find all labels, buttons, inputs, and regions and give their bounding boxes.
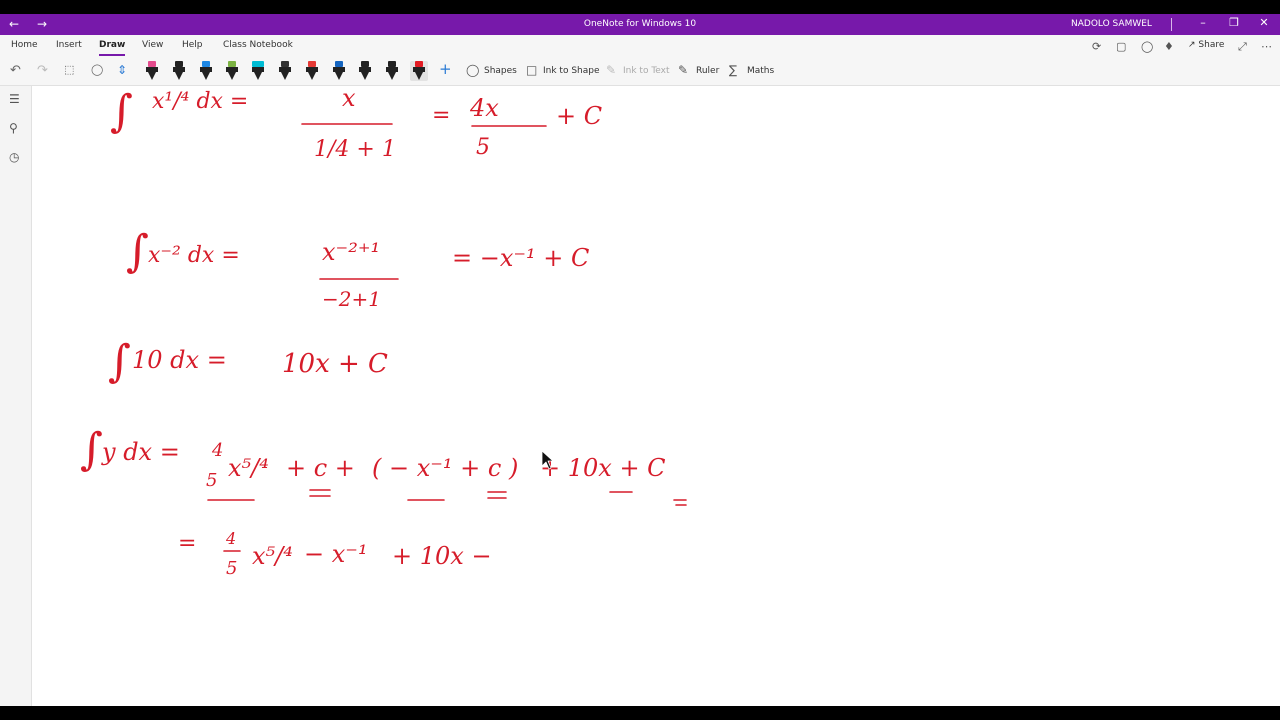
recent-notes-icon[interactable]: ◷ [9, 150, 19, 164]
sync-icon[interactable]: ⟳ [1092, 40, 1101, 53]
search-icon[interactable]: ⚲ [9, 121, 18, 135]
shapes-icon[interactable]: ◯ [466, 63, 479, 77]
line5-term3: + 10x − [392, 542, 492, 570]
lasso-select-icon[interactable]: ⬚ [64, 63, 74, 76]
line4-double-underline-1 [309, 489, 331, 497]
ribbon: Home Insert Draw View Help Class Noteboo… [0, 35, 1280, 86]
line5-f-den: 5 [226, 558, 237, 579]
line1-coef-num: 4x [469, 94, 499, 122]
handwritten-ink: ∫ x¹/⁴ dx = x 1/4 + 1 = 4x 5 + C ∫ x⁻² d… [80, 86, 687, 579]
restore-icon[interactable]: ❐ [1224, 16, 1244, 29]
share-label: Share [1198, 40, 1225, 50]
line1-lhs: x¹/⁴ dx = [152, 89, 248, 114]
expand-icon[interactable]: ⤢ [1238, 40, 1247, 54]
maths-icon[interactable]: ∑ [729, 63, 737, 77]
line4-integral: ∫ [80, 424, 103, 475]
draw-toolbar: ↶ ↷ ⬚ ◯ ⇕ + ◯ Shapes □ Ink to Shape ✎ In… [0, 59, 1280, 83]
note-canvas[interactable]: ∫ x¹/⁴ dx = x 1/4 + 1 = 4x 5 + C ∫ x⁻² d… [32, 86, 1280, 706]
ruler-icon[interactable]: ✎ [678, 63, 688, 77]
ink-to-shape-button[interactable]: Ink to Shape [543, 66, 600, 76]
line4-a-den: 5 [206, 470, 217, 491]
onenote-window: ← → OneNote for Windows 10 NADOLO SAMWEL… [0, 14, 1280, 706]
user-name[interactable]: NADOLO SAMWEL [1071, 19, 1152, 29]
minimize-icon[interactable]: – [1193, 16, 1213, 29]
tab-view[interactable]: View [142, 40, 163, 50]
tab-class-notebook[interactable]: Class Notebook [223, 40, 293, 50]
line3-rhs: 10x + C [282, 349, 388, 379]
line5-term1: x⁵/⁴ [252, 542, 293, 570]
share-button[interactable]: ↗ Share [1188, 40, 1224, 50]
line2-den: −2+1 [322, 287, 381, 311]
line2-rhs: = −x⁻¹ + C [452, 244, 589, 272]
line1-coef-den: 5 [476, 135, 490, 160]
lightbulb-icon[interactable]: ◯ [1141, 40, 1153, 53]
line1-integral: ∫ [110, 86, 133, 137]
line4-c: + 10x + C [540, 454, 666, 482]
notebook-icon[interactable]: ▢ [1116, 40, 1126, 53]
line4-a-num: 4 [211, 440, 223, 461]
pen-dark-blue[interactable] [332, 61, 346, 81]
line5-eq: = [178, 531, 196, 556]
line2-integral: ∫ [126, 226, 149, 277]
eraser-icon[interactable]: ◯ [91, 63, 103, 76]
pen-red[interactable] [305, 61, 319, 81]
line5-term2: − x⁻¹ [304, 540, 368, 568]
line1-eq: = [432, 103, 450, 128]
navigation-sidebar: ☰ ⚲ ◷ [0, 86, 32, 706]
highlighter-cyan[interactable] [251, 61, 265, 81]
redo-icon[interactable]: ↷ [37, 63, 48, 78]
line4-a-tail: + c + [286, 454, 355, 482]
title-separator [1171, 18, 1172, 31]
tab-insert[interactable]: Insert [56, 40, 82, 50]
pen-blue[interactable] [199, 61, 213, 81]
more-options-icon[interactable]: ⋯ [1261, 40, 1272, 53]
pen-black-2[interactable] [358, 61, 372, 81]
pen-red-selected[interactable] [410, 61, 428, 81]
maths-button[interactable]: Maths [747, 66, 774, 76]
line1-den: 1/4 + 1 [314, 137, 396, 162]
notebooks-icon[interactable]: ☰ [9, 92, 20, 106]
insert-space-icon[interactable]: ⇕ [117, 63, 127, 77]
tab-help[interactable]: Help [182, 40, 203, 50]
shapes-button[interactable]: Shapes [484, 66, 517, 76]
tab-draw[interactable]: Draw [99, 40, 126, 56]
ruler-button[interactable]: Ruler [696, 66, 719, 76]
line2-num: x⁻²⁺¹ [322, 238, 380, 266]
bell-icon[interactable]: ♦ [1164, 40, 1174, 53]
share-icon: ↗ [1188, 40, 1199, 50]
line5-f-num: 4 [225, 529, 236, 548]
ink-to-text-icon: ✎ [606, 63, 617, 77]
ink-to-text-button: Ink to Text [623, 66, 670, 76]
title-bar: ← → OneNote for Windows 10 NADOLO SAMWEL… [0, 14, 1280, 35]
pen-green[interactable] [225, 61, 239, 81]
pen-galaxy[interactable] [278, 61, 292, 81]
line4-double-underline-2 [487, 491, 507, 499]
add-pen-icon[interactable]: + [439, 60, 452, 78]
line4-trailing-mark [673, 499, 687, 506]
line4-lhs: y dx = [101, 438, 180, 466]
line3-lhs: 10 dx = [132, 346, 227, 374]
line4-a-x: x⁵/⁴ [228, 454, 269, 482]
line1-tail: + C [556, 102, 602, 130]
line3-integral: ∫ [108, 336, 131, 387]
close-icon[interactable]: ✕ [1254, 16, 1274, 29]
pen-black-3[interactable] [385, 61, 399, 81]
pen-pink[interactable] [145, 61, 159, 81]
tab-home[interactable]: Home [11, 40, 38, 50]
line2-lhs: x⁻² dx = [148, 243, 240, 268]
line4-b: ( − x⁻¹ + c ) [372, 454, 518, 482]
ink-to-shape-icon[interactable]: □ [526, 63, 537, 77]
undo-icon[interactable]: ↶ [10, 63, 21, 78]
pen-black[interactable] [172, 61, 186, 81]
line1-num: x [342, 86, 356, 112]
